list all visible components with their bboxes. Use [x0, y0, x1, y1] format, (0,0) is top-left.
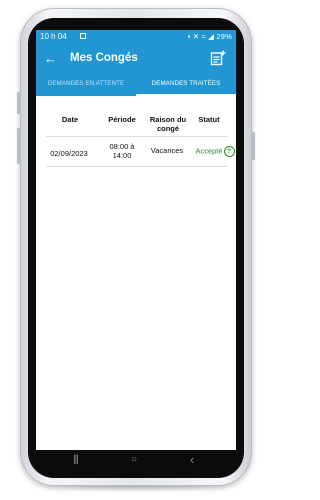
tab-processed-requests[interactable]: DEMANDES TRAITÉES — [136, 74, 236, 96]
add-note-icon[interactable] — [210, 50, 226, 66]
tab-bar: DEMANDES EN ATTENTE DEMANDES TRAITÉES — [36, 74, 236, 96]
status-accepted-text: Accepté — [195, 146, 223, 156]
phone-side-button — [17, 128, 20, 164]
back-nav-button[interactable]: ‹ — [190, 452, 194, 468]
column-header-period: Période — [108, 115, 136, 124]
status-indicators: ▪ ✕ ≈ ◢ 29% — [187, 32, 232, 41]
cell-date: 02/09/2023 — [50, 149, 88, 158]
status-time: 10 h 04 — [40, 32, 67, 41]
app-bar: ← Mes Congés — [36, 44, 236, 74]
phone-side-button — [252, 132, 255, 160]
help-icon[interactable]: ? — [223, 146, 235, 157]
system-navigation-bar: ||| ○ ‹ — [28, 450, 244, 472]
active-tab-indicator — [136, 94, 236, 96]
column-header-status: Statut — [198, 115, 220, 124]
page-title: Mes Congés — [70, 52, 138, 64]
column-header-date: Date — [61, 115, 79, 124]
cell-status: Accepté? — [192, 146, 236, 157]
cell-period-end: 14:00 — [112, 151, 132, 160]
row-divider — [46, 166, 228, 167]
column-header-reason: Raison du congé — [149, 115, 187, 133]
recents-nav-button[interactable]: ||| — [73, 452, 79, 468]
home-nav-button[interactable]: ○ — [131, 452, 137, 468]
cell-reason: Vacances — [150, 146, 184, 155]
back-arrow-icon[interactable]: ← — [44, 50, 57, 68]
app-screen: 10 h 04 ▪ ✕ ≈ ◢ 29% ← Mes Congés DEMANDE… — [36, 30, 236, 450]
cell-period-start: 08:00 à — [109, 142, 135, 151]
status-bar: 10 h 04 ▪ ✕ ≈ ◢ 29% — [36, 30, 236, 44]
phone-side-button — [17, 92, 20, 114]
header-divider — [46, 136, 228, 137]
tab-pending-requests[interactable]: DEMANDES EN ATTENTE — [36, 74, 136, 96]
notification-image-icon — [80, 33, 86, 39]
